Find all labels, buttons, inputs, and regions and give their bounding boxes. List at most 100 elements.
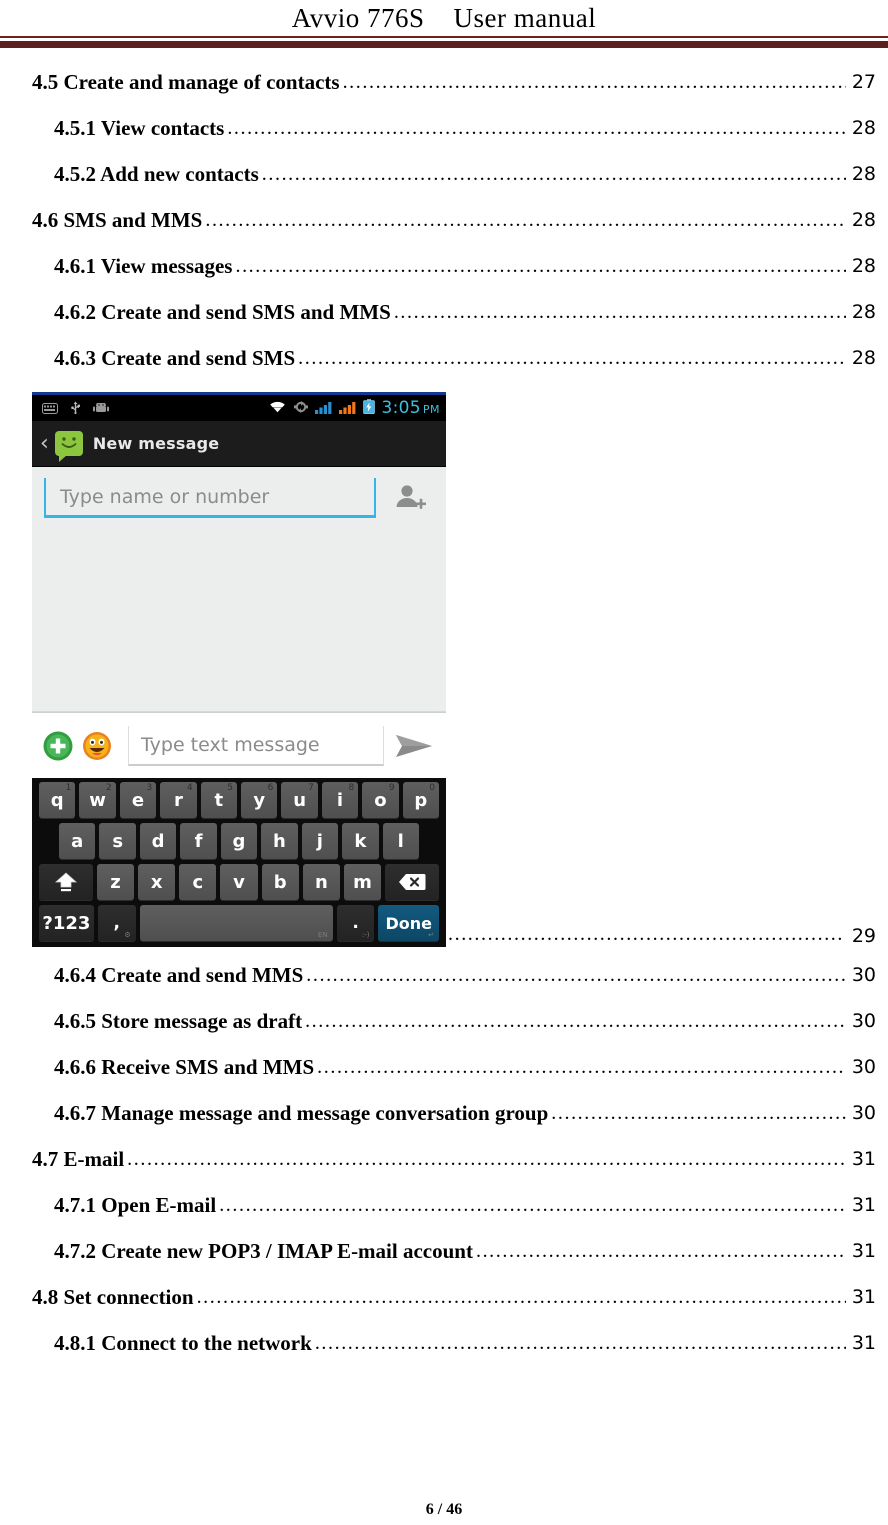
toc-dot-leader	[394, 306, 846, 324]
symbols-key[interactable]: ?123	[39, 905, 94, 941]
done-key[interactable]: Done ↵	[378, 905, 439, 941]
key-label: f	[194, 830, 203, 852]
key-a[interactable]: a	[59, 823, 96, 859]
toc-entry[interactable]: 4.5.2 Add new contacts 28	[32, 162, 876, 186]
key-q[interactable]: 1q	[38, 782, 76, 818]
toc-dot-leader	[305, 1015, 846, 1033]
clock-time: 3:05	[381, 398, 421, 418]
toc-entry-label: 4.6.6 Receive SMS and MMS	[54, 1055, 315, 1079]
key-label: u	[293, 789, 307, 811]
toc-entry-label: 4.6 SMS and MMS	[32, 208, 203, 232]
toc-entry[interactable]: 4.6.5 Store message as draft 30	[32, 1009, 876, 1033]
toc-entry-label: 4.5 Create and manage of contacts	[32, 70, 340, 94]
toc-entry[interactable]: 4.5 Create and manage of contacts 27	[32, 70, 876, 94]
battery-charging-icon	[363, 398, 376, 418]
toc-entry[interactable]: 4.8.1 Connect to the network 31	[32, 1331, 876, 1355]
period-key[interactable]: .:-)	[336, 905, 375, 941]
key-v[interactable]: v	[220, 864, 258, 900]
key-z[interactable]: z	[96, 864, 135, 900]
key-t[interactable]: 5t	[200, 782, 237, 818]
android-robot-icon	[93, 399, 109, 418]
on-screen-keyboard: 1q2w3e4r5t6y7u8i9o0p asdfghjkl z x c v b…	[32, 778, 446, 947]
key-label: m	[353, 871, 372, 893]
backspace-key[interactable]	[385, 864, 440, 900]
key-number-hint: 4	[186, 783, 193, 793]
key-k[interactable]: k	[342, 823, 379, 859]
key-r[interactable]: 4r	[160, 782, 197, 818]
key-n[interactable]: n	[302, 864, 340, 900]
key-sub-hint: ⚙	[124, 931, 131, 939]
key-h[interactable]: h	[261, 823, 298, 859]
message-text-input[interactable]: Type text message	[128, 725, 384, 766]
send-arrow-icon[interactable]	[394, 731, 434, 761]
shift-key[interactable]	[39, 864, 93, 900]
key-label: .	[352, 913, 359, 933]
toc-entry-page: 31	[851, 1194, 876, 1216]
toc-entry[interactable]: 4.6.1 View messages 28	[32, 254, 876, 278]
key-m[interactable]: m	[343, 864, 382, 900]
toc-entry-page: 30	[851, 1010, 876, 1032]
key-o[interactable]: 9o	[362, 782, 399, 818]
toc-dot-leader	[476, 1245, 846, 1263]
messaging-icon	[54, 431, 83, 462]
toc-entry-page: 28	[851, 163, 876, 185]
toc-entry[interactable]: 4.7.2 Create new POP3 / IMAP E-mail acco…	[32, 1239, 876, 1263]
back-chevron-icon[interactable]: ‹	[38, 432, 53, 455]
key-b[interactable]: b	[261, 864, 299, 900]
plus-attach-icon[interactable]	[42, 730, 74, 762]
key-g[interactable]: g	[220, 823, 258, 859]
key-e[interactable]: 3e	[119, 782, 157, 818]
key-label: a	[71, 830, 84, 852]
status-bar-clock: 3:05 PM	[381, 398, 440, 418]
key-l[interactable]: l	[382, 823, 419, 859]
key-d[interactable]: d	[139, 823, 177, 859]
toc-dot-leader	[306, 969, 846, 987]
space-key[interactable]: EN	[139, 905, 333, 941]
toc-entry[interactable]: 4.7 E-mail 31	[32, 1147, 876, 1171]
table-of-contents-top: 4.5 Create and manage of contacts 27 4.5.1…	[0, 70, 888, 370]
key-i[interactable]: 8i	[321, 782, 359, 818]
toc-dot-leader	[127, 1153, 846, 1171]
toc-entry[interactable]: 4.8 Set connection 31	[32, 1285, 876, 1309]
key-label: l	[397, 830, 404, 852]
action-bar-title: New message	[92, 434, 220, 453]
key-j[interactable]: j	[301, 823, 339, 859]
key-f[interactable]: f	[180, 823, 217, 859]
toc-entry-page: 27	[851, 71, 876, 93]
toc-entry[interactable]: 4.7.1 Open E-mail 31	[32, 1193, 876, 1217]
key-s[interactable]: s	[99, 823, 136, 859]
toc-entry-page: 31	[851, 1286, 876, 1308]
toc-entry[interactable]: 4.6.3 Create and send SMS 28	[32, 346, 876, 370]
recipient-input[interactable]: Type name or number	[44, 478, 376, 518]
smiley-emoji-icon[interactable]	[82, 731, 112, 761]
add-contact-icon[interactable]	[392, 481, 426, 515]
toc-entry-label: 4.6.5 Store message as draft	[54, 1009, 303, 1033]
key-u[interactable]: 7u	[281, 782, 318, 818]
key-number-hint: 8	[348, 783, 355, 793]
key-x[interactable]: x	[138, 864, 176, 900]
toc-entry[interactable]: 4.6.6 Receive SMS and MMS 30	[32, 1055, 876, 1079]
toc-dot-leader	[219, 1199, 846, 1217]
toc-dot-leader	[262, 168, 846, 186]
toc-dot-leader	[298, 352, 846, 370]
keyboard-row-2: asdfghjkl	[35, 823, 443, 859]
keyboard-row-3: z x c v b n m	[35, 864, 443, 900]
toc-entry[interactable]: 4.6.2 Create and send SMS and MMS 28	[32, 300, 876, 324]
toc-entry[interactable]: 4.5.1 View contacts 28	[32, 116, 876, 140]
key-label: w	[89, 789, 106, 811]
comma-key[interactable]: , ⚙	[97, 905, 136, 941]
key-p[interactable]: 0p	[402, 782, 440, 818]
toc-entry-label: 4.6.2 Create and send SMS and MMS	[54, 300, 391, 324]
recipient-bar: Type name or number	[32, 467, 446, 529]
toc-entry-page: 30	[851, 964, 876, 986]
toc-entry-page: 28	[851, 117, 876, 139]
toc-entry-page: 28	[851, 209, 876, 231]
key-w[interactable]: 2w	[79, 782, 116, 818]
toc-entry[interactable]: 4.6.7 Manage message and message convers…	[32, 1101, 876, 1125]
key-label: e	[131, 789, 145, 811]
toc-entry[interactable]: 4.6.4 Create and send MMS 30	[32, 963, 876, 987]
key-sub-hint: EN	[317, 931, 328, 939]
toc-entry[interactable]: 4.6 SMS and MMS 28	[32, 208, 876, 232]
key-c[interactable]: c	[179, 864, 217, 900]
key-y[interactable]: 6y	[241, 782, 278, 818]
